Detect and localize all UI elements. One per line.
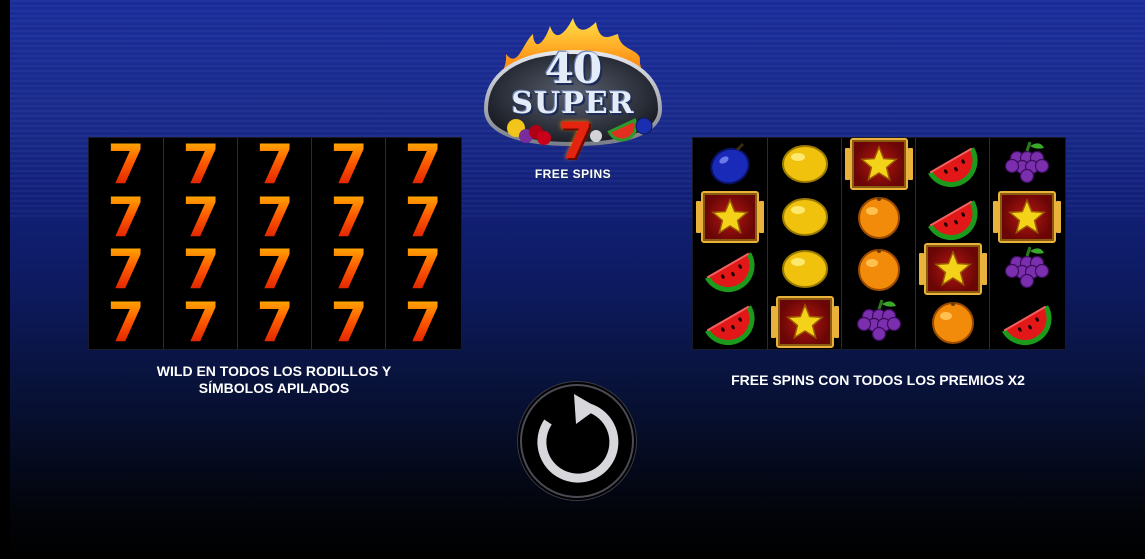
star-frame (845, 138, 913, 190)
free-spins-reel-4 (915, 138, 990, 349)
wild-reel-2: 7777 (163, 138, 238, 349)
watermelon-symbol (990, 296, 1064, 348)
logo-subtitle: FREE SPINS (534, 167, 612, 181)
wild-reel-4: 7777 (311, 138, 386, 349)
lemon-symbol (768, 138, 842, 190)
wild-reels-panel: 77777777777777777777 (88, 137, 462, 350)
star-frame (696, 190, 764, 243)
orange-icon (858, 249, 900, 291)
star-icon (1008, 197, 1046, 234)
star-symbol (916, 243, 990, 295)
seven-symbol: 7 (238, 243, 312, 297)
wild-caption-line2: SÍMBOLOS APILADOS (198, 380, 350, 396)
seven-symbol: 7 (89, 138, 163, 192)
wild-reel-5: 7777 (385, 138, 460, 349)
wild-reel-3: 7777 (237, 138, 312, 349)
star-symbol (768, 295, 842, 348)
lemon-symbol (768, 191, 842, 243)
watermelon-icon (928, 199, 978, 240)
free-spins-reel-3 (841, 138, 916, 349)
spin-arrow-icon (520, 384, 634, 498)
watermelon-icon (705, 304, 755, 345)
star-frame (771, 295, 839, 348)
grapes-symbol (842, 296, 916, 348)
orange-symbol (842, 243, 916, 295)
seven-symbol: 7 (386, 190, 460, 244)
star-symbol (693, 190, 767, 243)
orange-icon (932, 301, 974, 344)
grapes-symbol (990, 243, 1064, 295)
seven-symbol: 7 (312, 243, 386, 297)
plum-symbol (693, 138, 767, 190)
grapes-icon (1004, 246, 1050, 289)
spin-button[interactable] (518, 382, 636, 500)
star-frame (993, 190, 1061, 243)
seven-symbol: 7 (312, 138, 386, 192)
seven-symbol: 7 (312, 295, 386, 349)
watermelon-symbol (916, 138, 990, 190)
watermelon-icon (1002, 304, 1052, 345)
orange-symbol (842, 191, 916, 243)
grapes-icon (1004, 141, 1050, 184)
seven-symbol: 7 (312, 190, 386, 244)
left-edge-band (0, 0, 10, 559)
seven-symbol: 7 (164, 190, 238, 244)
seven-symbol: 7 (386, 295, 460, 349)
seven-symbol: 7 (238, 138, 312, 192)
game-screen: 40 SUPER 7 FREE SPINS 777777777777777777… (0, 0, 1145, 559)
wild-caption: WILD EN TODOS LOS RODILLOS Y SÍMBOLOS AP… (88, 363, 460, 397)
seven-symbol: 7 (89, 295, 163, 349)
star-symbol (990, 190, 1064, 243)
game-logo: 40 SUPER 7 FREE SPINS (478, 14, 668, 184)
grapes-icon (856, 299, 902, 341)
star-symbol (842, 138, 916, 190)
orange-symbol (916, 296, 990, 348)
star-icon (711, 197, 749, 234)
seven-symbol: 7 (386, 243, 460, 297)
plum-icon (710, 142, 750, 185)
lemon-symbol (768, 243, 842, 295)
watermelon-icon (705, 252, 755, 292)
free-spins-caption: FREE SPINS CON TODOS LOS PREMIOS X2 (731, 372, 1025, 388)
orange-icon (858, 196, 900, 239)
seven-symbol: 7 (89, 243, 163, 297)
watermelon-icon (928, 147, 978, 187)
logo-seven: 7 (558, 112, 593, 170)
seven-symbol: 7 (164, 295, 238, 349)
seven-symbol: 7 (164, 138, 238, 192)
star-icon (860, 145, 898, 182)
seven-symbol: 7 (386, 138, 460, 192)
free-spins-reel-1 (693, 138, 767, 349)
watermelon-symbol (693, 243, 767, 295)
star-frame (919, 243, 987, 295)
seven-symbol: 7 (238, 190, 312, 244)
lemon-icon (782, 197, 828, 236)
wild-reel-1: 7777 (89, 138, 163, 350)
lemon-icon (782, 250, 828, 288)
lemon-icon (782, 145, 828, 183)
grapes-symbol (990, 138, 1064, 190)
wild-caption-line1: WILD EN TODOS LOS RODILLOS Y (156, 363, 392, 379)
free-spins-reels-panel (692, 137, 1066, 350)
watermelon-symbol (916, 191, 990, 243)
free-spins-reel-2 (767, 138, 842, 349)
free-spins-reel-5 (989, 138, 1064, 349)
seven-symbol: 7 (238, 295, 312, 349)
seven-symbol: 7 (164, 243, 238, 297)
watermelon-symbol (693, 296, 767, 348)
star-icon (786, 302, 824, 339)
star-icon (934, 250, 972, 287)
seven-symbol: 7 (89, 190, 163, 244)
